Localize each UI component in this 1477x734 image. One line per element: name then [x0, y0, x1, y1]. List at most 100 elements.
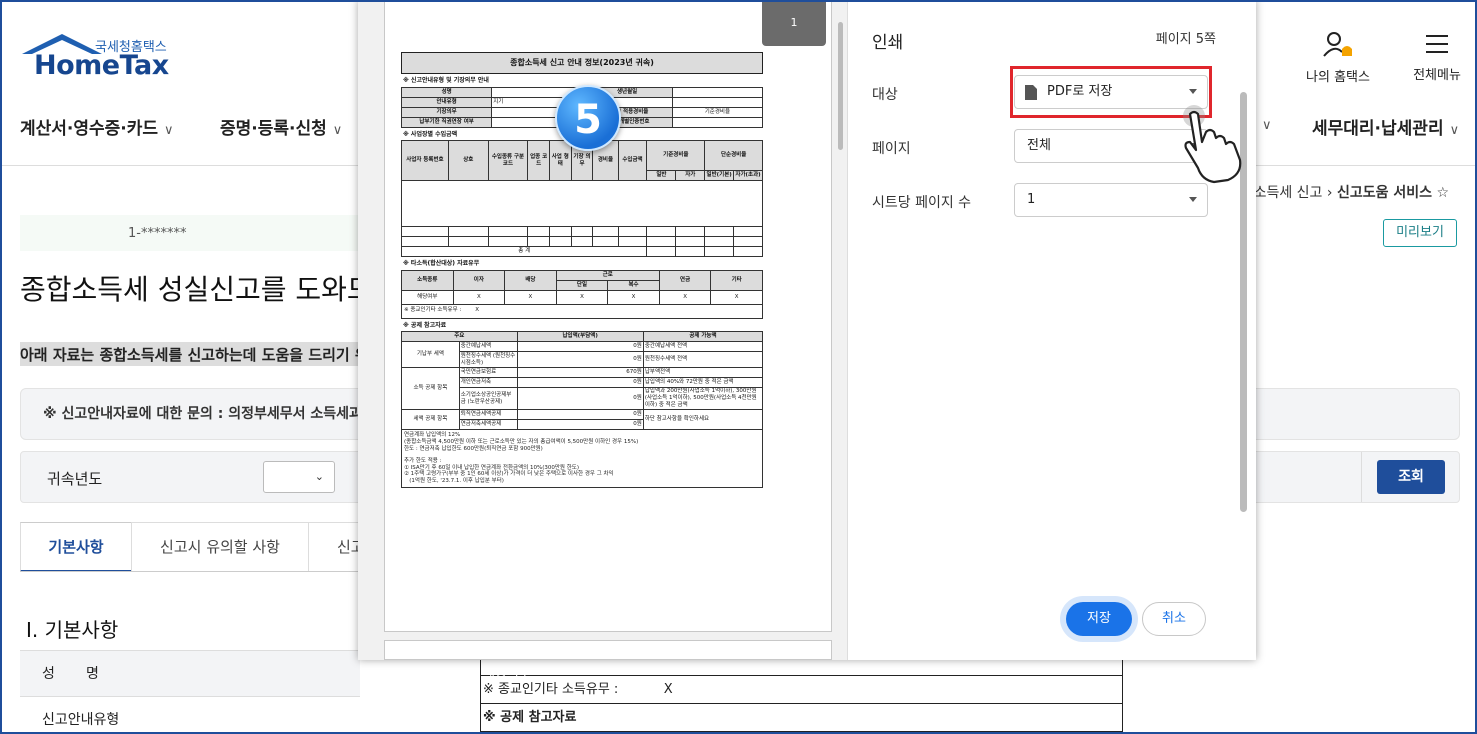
- nav-tax-agent[interactable]: 세무대리·납세관리 ∨: [1312, 114, 1459, 139]
- cell: 개인연금저축: [458, 377, 518, 388]
- cell: X: [607, 289, 660, 305]
- cell: [527, 236, 550, 247]
- doc-section-heading: ※ 타소득(합산대상) 자료유무: [403, 260, 480, 267]
- cell: [401, 180, 763, 227]
- favorite-star-icon[interactable]: ☆: [1436, 185, 1449, 201]
- hometax-logo[interactable]: 국세청홈택스 HomeTax: [20, 32, 180, 82]
- cell: [617, 236, 648, 247]
- cell: 기준경비율: [646, 140, 706, 171]
- full-menu-label: 전체메뉴: [1413, 68, 1461, 83]
- cell: 연금: [658, 269, 712, 291]
- cell: [548, 236, 572, 247]
- cell: [671, 116, 764, 128]
- doc-title: 종합소득세 신고 안내 정보(2023년 귀속): [401, 52, 763, 74]
- bg-doc-row: ※ 종교인기타 소득유무 : X: [481, 675, 1122, 703]
- cell: 기장의무: [400, 106, 493, 118]
- note-line: 한도 : 연금저축 납입한도 600만원(퇴직연금 포함 900만원): [404, 445, 543, 452]
- cell: 일반(기본): [704, 170, 735, 181]
- pages-per-sheet-select[interactable]: 1: [1014, 183, 1208, 217]
- print-title: 인쇄: [872, 33, 904, 53]
- cell: [671, 96, 764, 108]
- note-line: (종합소득금액 4,500만원 이하 또는 근로소득만 있는 자의 총급여액이 …: [404, 438, 639, 445]
- preview-button[interactable]: 미리보기: [1383, 219, 1457, 247]
- cell: 0원: [516, 351, 644, 368]
- cell: [570, 236, 594, 247]
- year-select[interactable]: ⌄: [263, 461, 335, 493]
- breadcrumb: 소득세 신고 › 신고도움 서비스 ☆: [1254, 182, 1449, 202]
- pointer-hand-icon: [1183, 105, 1242, 184]
- cell: 사업자 등록번호: [401, 140, 449, 181]
- basic-info-table: 성 명 신고안내유형: [20, 650, 360, 734]
- cell: 퇴직연금세액공제: [458, 409, 518, 420]
- cell: [447, 236, 489, 247]
- cell: 업종 코드: [527, 140, 550, 181]
- breadcrumb-parent[interactable]: 소득세 신고: [1254, 185, 1323, 201]
- cell: 중간예납세액: [458, 341, 518, 352]
- other-income-table: 소득종류 이자 배당 근로 연금 기타 단일 복수 해당여부 X X X X X X: [401, 269, 763, 305]
- section-title: Ⅰ. 기본사항: [26, 618, 119, 642]
- save-button[interactable]: 저장: [1066, 602, 1132, 636]
- preview-scrollbar-thumb[interactable]: [838, 22, 843, 150]
- cell: 중간예납세액 전액: [642, 341, 764, 352]
- tab-basic-info[interactable]: 기본사항: [20, 522, 132, 572]
- doc-section-heading: ※ 신고안내유형 및 기장의무 안내: [403, 77, 489, 84]
- cell: [487, 236, 529, 247]
- cell: 기타: [710, 269, 763, 291]
- cell: [675, 246, 706, 257]
- print-preview-pane[interactable]: 종합소득세 신고 안내 정보(2023년 귀속) ※ 신고안내유형 및 기장의무…: [358, 0, 848, 660]
- nav-tax-agent-label: 세무대리·납세관리: [1312, 119, 1444, 139]
- nav-certificates[interactable]: 증명·등록·신청 ∨: [220, 114, 342, 139]
- cell: [548, 226, 572, 237]
- page-number-tooltip: 1: [762, 0, 826, 46]
- cell: [646, 226, 677, 237]
- my-hometax-label: 나의 홈택스: [1306, 70, 1370, 85]
- cell: 0원: [516, 341, 644, 352]
- search-button[interactable]: 조회: [1377, 460, 1445, 494]
- business-income-table: 사업자 등록번호 상호 수입종류 구분코드 업종 코드 사업 형태 기장 의무 …: [400, 140, 763, 257]
- cell: 0원: [516, 419, 644, 430]
- note-line: 연금계좌 납입액의 12%: [404, 432, 461, 438]
- cell: [704, 246, 735, 257]
- cell: 0원: [516, 409, 644, 420]
- preview-scrollbar[interactable]: [836, 8, 844, 654]
- cell: 납부기한 직권연장 여부: [400, 116, 493, 128]
- table-row: 신고안내유형: [20, 696, 360, 734]
- cell: [733, 226, 763, 237]
- cell: [487, 226, 529, 237]
- background-doc-table: 세당여부 ※ 종교인기타 소득유무 : X ※ 공제 참고자료: [480, 658, 1123, 732]
- pages-value: 전체: [1027, 138, 1051, 153]
- chevron-down-icon: ∨: [164, 123, 174, 138]
- cell: [592, 226, 619, 237]
- cell: 연금저축세액공제: [458, 419, 518, 430]
- nav-partial-chevron[interactable]: ∨: [1256, 114, 1272, 134]
- full-menu-button[interactable]: 전체메뉴: [1404, 30, 1470, 83]
- my-hometax-link[interactable]: 나의 홈택스: [1300, 30, 1376, 85]
- intro-text: 아래 자료는 종합소득세를 신고하는데 도움을 드리기 위: [20, 342, 360, 366]
- step-5-badge: 5: [555, 85, 621, 151]
- cell: [527, 226, 550, 237]
- cell: 납입액과 200만원(사업소득 1억이하), 300만원(사업소득 1억이하),…: [642, 387, 764, 410]
- nav-receipts[interactable]: 계산서·영수증·카드 ∨: [20, 114, 174, 139]
- cell: 기납부 세액: [401, 341, 460, 368]
- cell: X: [452, 289, 506, 305]
- cell: 0원: [516, 377, 644, 388]
- preview-page: 종합소득세 신고 안내 정보(2023년 귀속) ※ 신고안내유형 및 기장의무…: [384, 0, 832, 632]
- search-divider: [1361, 452, 1362, 502]
- cell: [704, 226, 735, 237]
- chevron-down-icon: ∨: [332, 123, 343, 138]
- cancel-button[interactable]: 취소: [1142, 602, 1206, 636]
- dropdown-arrow-icon: [1189, 197, 1197, 202]
- cell: 기준경비율: [671, 106, 764, 118]
- breadcrumb-separator: ›: [1326, 185, 1333, 201]
- cell: 납부액전액: [642, 367, 764, 378]
- cell: [704, 236, 735, 247]
- tab-filing-cautions[interactable]: 신고시 유의할 사항: [131, 522, 309, 572]
- print-settings-panel: 인쇄 페이지 5쪽 대상 PDF로 저장 페이지 전체 시트당 페이지 수 1 …: [848, 0, 1256, 660]
- bg-doc-row: 세당여부: [483, 665, 531, 680]
- cell: 납입액(부담액): [516, 331, 644, 342]
- doc-section-heading: ※ 공제 참고자료: [403, 321, 447, 329]
- cell: [733, 236, 763, 247]
- cell: 이자: [452, 269, 506, 291]
- cell: 총 계: [400, 246, 648, 257]
- cell: 국민연금보험료: [458, 367, 518, 378]
